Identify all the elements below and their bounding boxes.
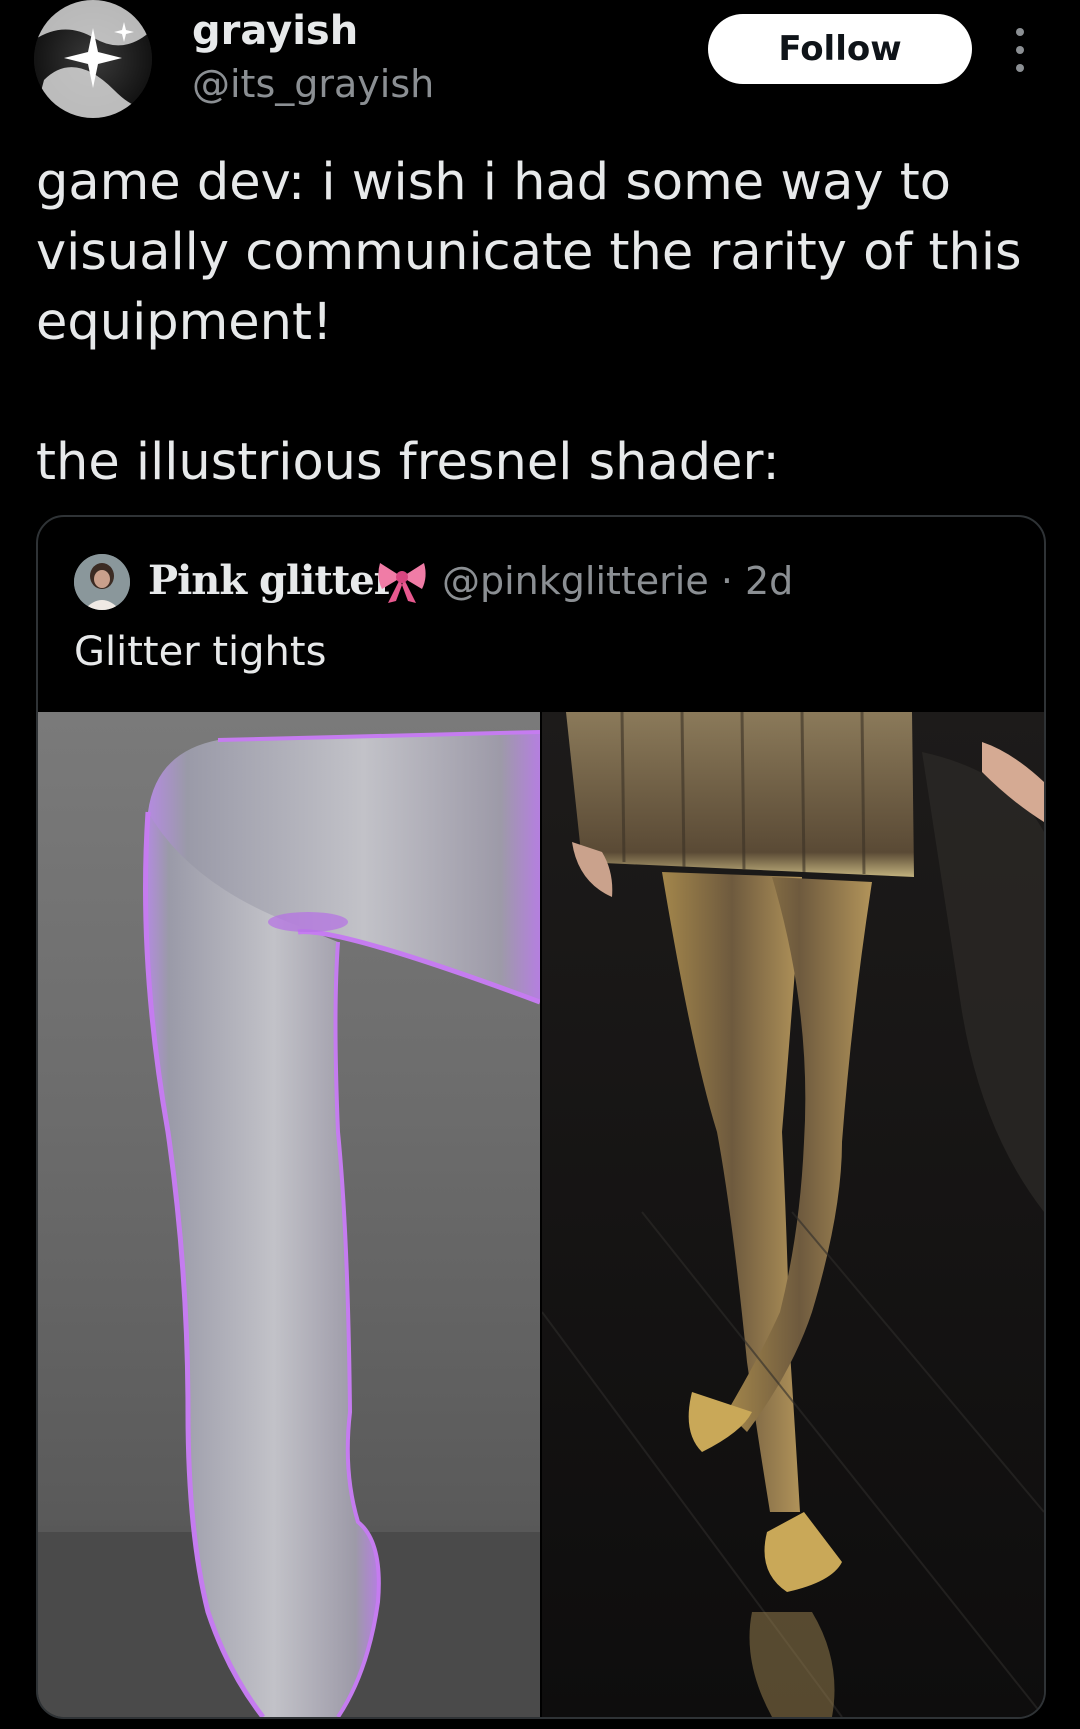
tweet-text: game dev: i wish i had some way to visua… — [36, 148, 1046, 498]
lavender-glitter-tights-photo[interactable] — [38, 712, 540, 1717]
tweet-line: visually communicate the rarity of this — [36, 223, 1022, 282]
tweet-line: equipment! — [36, 293, 333, 352]
author-handle[interactable]: @its_grayish — [192, 62, 434, 106]
tweet-line: the illustrious fresnel shader: — [36, 433, 780, 492]
gold-glitter-tights-runway-photo[interactable] — [542, 712, 1044, 1717]
author-avatar[interactable] — [34, 0, 152, 118]
author-display-name[interactable]: grayish — [192, 8, 358, 54]
quoted-tweet-card[interactable]: Pink glitter @pinkglitterie · 2d Glitter… — [36, 515, 1046, 1719]
quoted-handle-time[interactable]: @pinkglitterie · 2d — [442, 559, 793, 603]
quoted-tweet-text: Glitter tights — [74, 629, 327, 675]
pink-bow-icon — [376, 559, 428, 605]
follow-button[interactable]: Follow — [708, 14, 972, 84]
tweet-line: game dev: i wish i had some way to — [36, 153, 951, 212]
more-options-icon[interactable] — [1012, 28, 1028, 72]
quoted-author-name[interactable]: Pink glitter — [148, 557, 395, 604]
quoted-author-avatar[interactable] — [74, 554, 130, 610]
